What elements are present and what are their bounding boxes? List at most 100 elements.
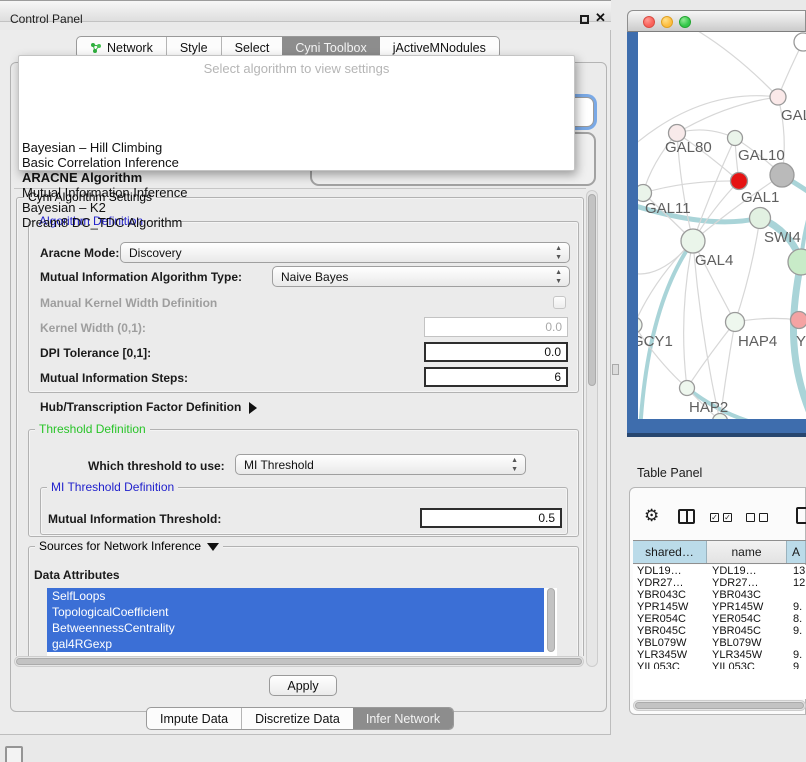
network-node-hap2[interactable] [680,381,695,396]
expanded-arrow-icon [207,543,219,551]
checked-columns-icon[interactable]: ✓ [723,513,732,522]
split-pane-divider[interactable] [612,364,619,375]
unchecked-columns-icon[interactable] [746,513,755,522]
table-row[interactable]: YBR043CYBR043C [633,589,806,601]
apply-button[interactable]: Apply [269,675,337,696]
network-node-label: GCY1 [638,333,673,350]
network-edge[interactable] [686,32,778,97]
network-graph[interactable]: GALGAL80GAL10GAL1GAL11SWI4GAL4GCY1HAP4YH… [638,32,806,419]
table-row[interactable]: YER054CYER054C8. [633,613,806,625]
mi-threshold-field[interactable]: 0.5 [420,508,562,528]
sources-group-title[interactable]: Sources for Network Inference [35,539,223,553]
dpi-tolerance-label: DPI Tolerance [0,1]: [40,346,151,360]
table-row[interactable]: YBL079WYBL079W [633,637,806,649]
mi-threshold-label: Mutual Information Threshold: [48,512,221,526]
kernel-width-field[interactable]: 0.0 [424,317,568,337]
network-edge[interactable] [684,241,693,388]
network-node-label: GAL80 [665,139,712,156]
table-cell: 12 [793,577,805,589]
tab-label: Network [107,41,153,55]
settings-vertical-scrollbar[interactable] [586,190,598,667]
table-cell: 13 [793,565,805,577]
attribute-list-item[interactable]: SelfLoops [47,588,544,604]
network-edge[interactable] [735,218,760,322]
close-traffic-light[interactable] [643,16,655,28]
which-threshold-combobox[interactable]: MI Threshold ▲▼ [235,454,526,475]
manual-kernel-checkbox[interactable] [553,296,566,309]
column-header-name[interactable]: name [707,541,787,563]
dpi-tolerance-field[interactable]: 0.0 [424,342,568,362]
network-edge[interactable] [643,181,739,193]
network-node-label: Y [796,333,806,350]
algorithm-dropdown-placeholder: Select algorithm to view settings [19,61,574,76]
attribute-list-item[interactable]: TopologicalCoefficient [47,604,544,620]
combo-arrows-icon: ▲▼ [511,456,518,474]
hub-definition-toggle[interactable]: Hub/Transcription Factor Definition [40,400,257,414]
column-header-shared-name[interactable]: shared… [633,541,707,563]
network-edge[interactable] [801,182,806,260]
screenshot-root: Control Panel ✕ NetworkStyleSelectCyni T… [0,0,806,762]
settings-horizontal-scrollbar[interactable] [14,656,584,667]
split-columns-icon[interactable] [678,509,695,524]
algorithm-option[interactable]: Bayesian – K2 [22,200,572,215]
table-row[interactable]: YIL053CYIL053C9 [633,661,806,669]
network-node-y[interactable] [791,312,806,329]
network-node-hap4[interactable] [726,313,745,332]
network-node-gal[interactable] [770,89,786,105]
table-row[interactable]: YBR045CYBR045C9. [633,625,806,637]
network-edge[interactable] [677,97,778,133]
mi-type-combobox[interactable]: Naive Bayes ▲▼ [272,266,570,287]
algorithm-option[interactable]: ARACNE Algorithm [22,170,572,185]
document-icon[interactable] [796,507,806,524]
checked-columns-icon[interactable]: ✓ [710,513,719,522]
unchecked-columns-icon[interactable] [759,513,768,522]
network-window-frame-bottom [627,433,806,437]
network-node-gal11[interactable] [638,185,652,202]
control-panel-title: Control Panel [10,12,83,26]
algorithm-option[interactable]: Basic Correlation Inference [22,155,572,170]
attribute-list-item[interactable]: BetweennessCentrality [47,620,544,636]
table-row[interactable]: YDL19…YDL19…13 [633,565,806,577]
attributes-list-scrollbar[interactable] [546,588,556,654]
network-node-label: GAL11 [645,200,691,217]
tab-label: jActiveMNodules [393,41,486,55]
network-node-gcy1[interactable] [638,317,642,333]
column-header-next[interactable]: A [787,541,806,563]
network-node[interactable] [794,33,806,51]
aracne-mode-value: Discovery [129,246,182,260]
float-icon[interactable] [580,15,589,24]
table-panel-title: Table Panel [637,466,702,480]
table-cell: YIL053C [637,661,680,669]
tab-label: Cyni Toolbox [295,41,366,55]
attribute-list-item[interactable]: gal4RGexp [47,636,544,652]
algorithm-option[interactable]: Mutual Information Inference [22,185,572,200]
hub-definition-label: Hub/Transcription Factor Definition [40,400,241,414]
network-node[interactable] [770,163,794,187]
network-node-swi4[interactable] [750,208,771,229]
tab-impute-data[interactable]: Impute Data [147,708,241,729]
tab-discretize-data[interactable]: Discretize Data [241,708,353,729]
network-node-gal4[interactable] [681,229,705,253]
network-node[interactable] [788,249,806,275]
mi-steps-field[interactable]: 6 [424,367,568,387]
table-cell: 8. [793,613,802,625]
tab-infer-network[interactable]: Infer Network [353,708,453,729]
minimized-window-icon[interactable] [5,746,23,762]
gear-icon[interactable]: ⚙ [644,506,659,526]
close-icon[interactable]: ✕ [595,10,606,26]
tab-label: Infer Network [366,712,440,726]
zoom-traffic-light[interactable] [679,16,691,28]
table-horizontal-scrollbar[interactable] [633,700,806,711]
network-node-gal10[interactable] [728,131,743,146]
algorithm-option[interactable]: Dream8 DC_TDC Algorithm [22,215,572,230]
network-node-gal1[interactable] [731,173,748,190]
network-canvas[interactable]: GALGAL80GAL10GAL1GAL11SWI4GAL4GCY1HAP4YH… [638,32,806,419]
mi-steps-label: Mutual Information Steps: [40,371,188,385]
algorithm-option[interactable]: Bayesian – Hill Climbing [22,140,572,155]
table-row[interactable]: YPR145WYPR145W9. [633,601,806,613]
table-row[interactable]: YDR27…YDR27…12 [633,577,806,589]
minimize-traffic-light[interactable] [661,16,673,28]
table-row[interactable]: YLR345WYLR345W9. [633,649,806,661]
network-window-titlebar[interactable] [627,10,806,32]
aracne-mode-combobox[interactable]: Discovery ▲▼ [120,242,570,263]
